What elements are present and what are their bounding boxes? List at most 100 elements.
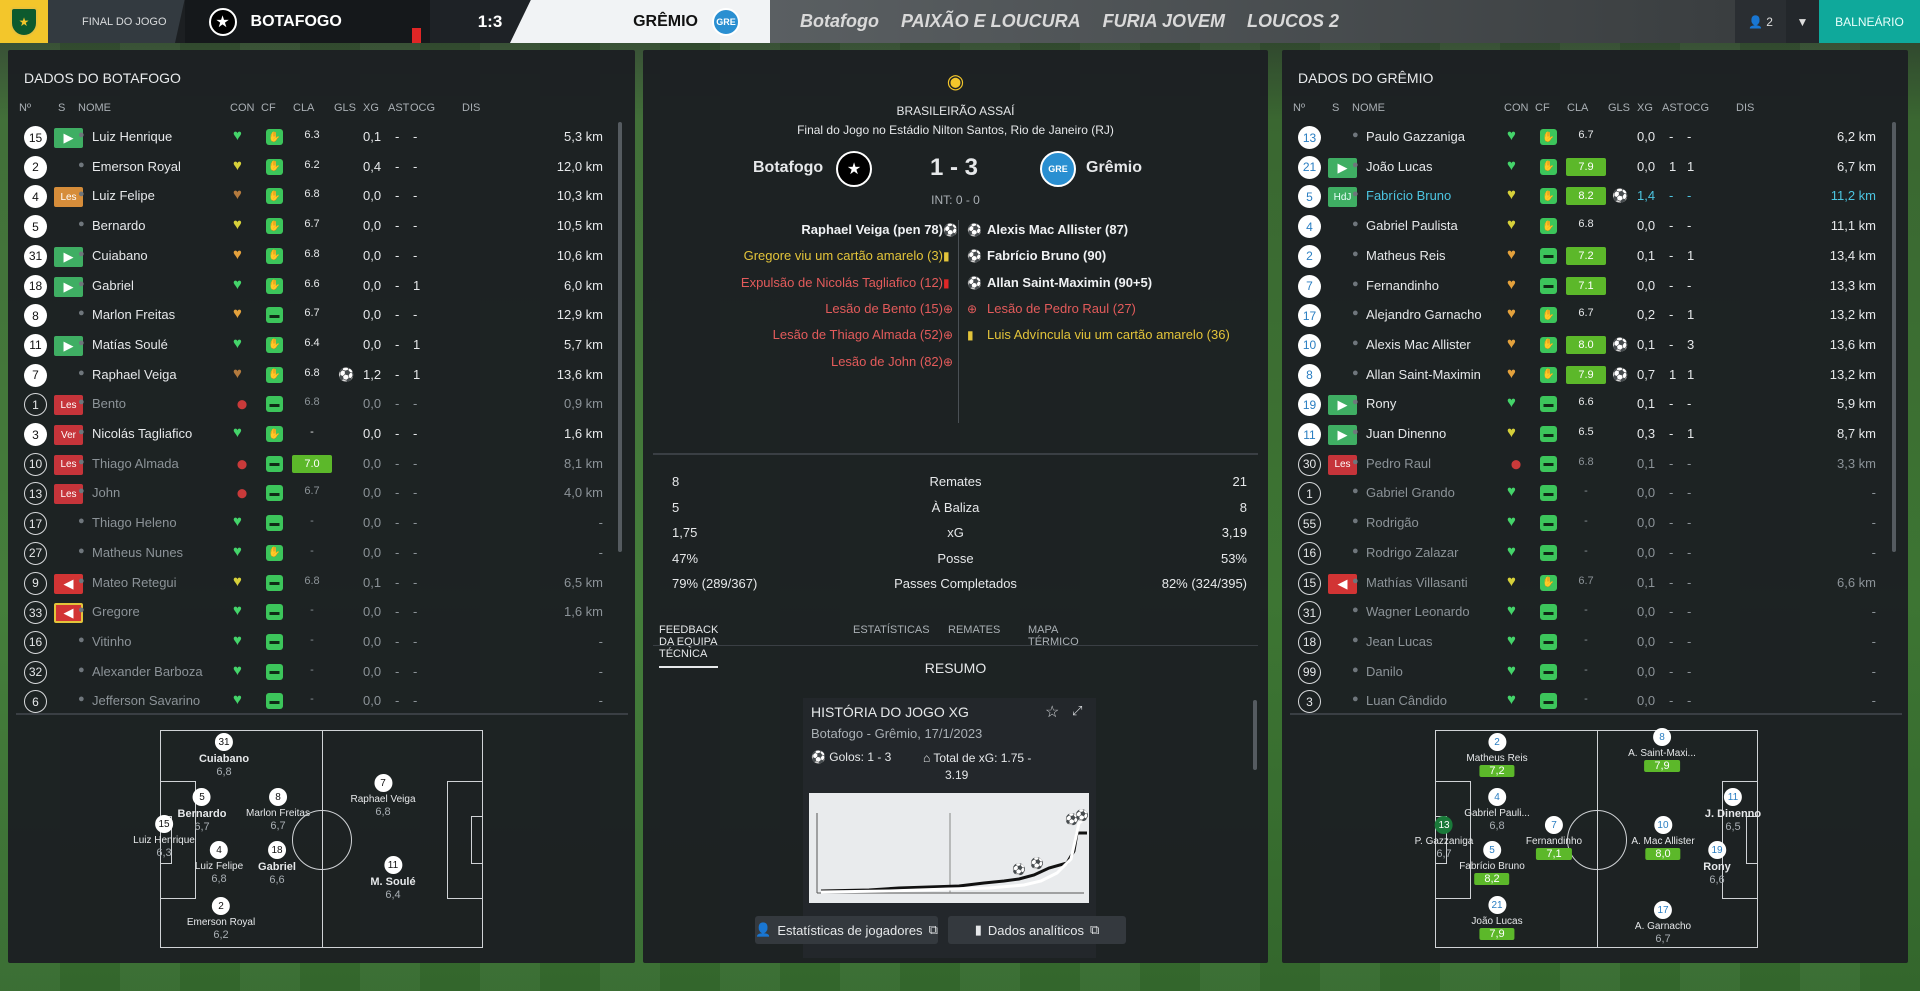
player-name[interactable]: João Lucas — [1366, 159, 1433, 174]
player-name[interactable]: Thiago Heleno — [92, 515, 177, 530]
player-name[interactable]: Alexis Mac Allister — [1366, 337, 1471, 352]
player-name[interactable]: John — [92, 485, 120, 500]
formation-player[interactable]: 4 Gabriel Pauli... 6,8 — [1464, 788, 1530, 832]
tab-estatisticas[interactable]: ESTATÍSTICAS — [853, 624, 930, 636]
summary-scrollbar[interactable] — [1253, 700, 1257, 770]
player-name[interactable]: Danilo — [1366, 664, 1403, 679]
table-row[interactable]: 16 ● Rodrigo Zalazar ♥ ▬ -0,0- - - — [1282, 539, 1908, 569]
table-row[interactable]: 15 ◀ ● Mathías Villasanti ♥ ✋ 6.7 0,1- -6,6 km — [1282, 569, 1908, 599]
player-table[interactable]: 15 ▶ ● Luiz Henrique ♥ ✋ 6.3 0,1- -5,3 km 2 ● Emers… — [8, 122, 635, 757]
table-row[interactable]: 8 ● Marlon Freitas ♥ ▬ 6.7 0,0- -12,9 km — [8, 301, 635, 331]
formation-player[interactable]: 5 Fabrício Bruno 8,2 — [1459, 841, 1525, 885]
formation-player[interactable]: 18 Gabriel 6,6 — [258, 841, 296, 886]
tab-remates[interactable]: REMATES — [948, 624, 1000, 636]
player-name[interactable]: Jean Lucas — [1366, 634, 1433, 649]
table-row[interactable]: 99 ● Danilo ♥ ▬ -0,0- - - — [1282, 658, 1908, 688]
table-row[interactable]: 9 ◀ ● Mateo Retegui ♥ ▬ 6.8 0,1- -6,5 km — [8, 569, 635, 599]
player-name[interactable]: Marlon Freitas — [92, 307, 175, 322]
player-name[interactable]: Paulo Gazzaniga — [1366, 129, 1465, 144]
table-row[interactable]: 15 ▶ ● Luiz Henrique ♥ ✋ 6.3 0,1- -5,3 km — [8, 123, 635, 153]
table-row[interactable]: 13 ● Paulo Gazzaniga ♥ ✋ 6.7 0,0- -6,2 km — [1282, 123, 1908, 153]
player-name[interactable]: Alejandro Garnacho — [1366, 307, 1482, 322]
user-count-button[interactable]: 👤 2 — [1735, 0, 1786, 43]
table-row[interactable]: 31 ● Wagner Leonardo ♥ ▬ -0,0- - - — [1282, 598, 1908, 628]
table-row[interactable]: 4 ● Gabriel Paulista ♥ ✋ 6.8 0,0- -11,1 km — [1282, 212, 1908, 242]
formation-player[interactable]: 19 Rony 6,6 — [1703, 841, 1731, 886]
table-row[interactable]: 3 Ver ● Nicolás Tagliafico ♥ ✋ -0,0- -1,6 km — [8, 420, 635, 450]
formation-player[interactable]: 21 João Lucas 7,9 — [1471, 896, 1523, 940]
player-name[interactable]: Luiz Henrique — [92, 129, 172, 144]
table-row[interactable]: 11 ▶ ● Matías Soulé ♥ ✋ 6.4 0,0-1 5,7 km — [8, 331, 635, 361]
player-name[interactable]: Bernardo — [92, 218, 145, 233]
player-name[interactable]: Raphael Veiga — [92, 367, 177, 382]
table-row[interactable]: 32 ● Alexander Barboza ♥ ▬ -0,0- - - — [8, 658, 635, 688]
player-name[interactable]: Rony — [1366, 396, 1396, 411]
table-row[interactable]: 18 ● Jean Lucas ♥ ▬ -0,0- - - — [1282, 628, 1908, 658]
table-row[interactable]: 17 ● Alejandro Garnacho ♥ ✋ 6.7 0,2-1 13,2 km — [1282, 301, 1908, 331]
formation-player[interactable]: 7 Raphael Veiga 6,8 — [350, 774, 416, 818]
player-name[interactable]: Allan Saint-Maximin — [1366, 367, 1481, 382]
formation-player[interactable]: 7 Fernandinho 7,1 — [1526, 816, 1582, 860]
analytics-button[interactable]: ▮ Dados analíticos ⧉ — [948, 916, 1126, 944]
player-name[interactable]: Pedro Raul — [1366, 456, 1431, 471]
table-row[interactable]: 33 ◀ ● Gregore ♥ ▬ -0,0- -1,6 km — [8, 598, 635, 628]
formation-player[interactable]: 17 A. Garnacho 6,7 — [1635, 901, 1691, 945]
table-row[interactable]: 5 ● Bernardo ♥ ✋ 6.7 0,0- -10,5 km — [8, 212, 635, 242]
competition-logo[interactable]: ★ — [0, 0, 48, 43]
player-name[interactable]: Gabriel — [92, 278, 134, 293]
chevron-down-icon[interactable]: ▼ — [1786, 0, 1819, 43]
player-name[interactable]: Nicolás Tagliafico — [92, 426, 192, 441]
player-name[interactable]: Wagner Leonardo — [1366, 604, 1470, 619]
table-row[interactable]: 55 ● Rodrigão ♥ ▬ -0,0- - - — [1282, 509, 1908, 539]
table-row[interactable]: 2 ● Matheus Reis ♥ ▬ 7.2 0,1-1 13,4 km — [1282, 242, 1908, 272]
player-name[interactable]: Emerson Royal — [92, 159, 181, 174]
table-row[interactable]: 18 ▶ ● Gabriel ♥ ✋ 6.6 0,0-1 6,0 km — [8, 272, 635, 302]
table-row[interactable]: 31 ▶ ● Cuiabano ♥ ✋ 6.8 0,0- -10,6 km — [8, 242, 635, 272]
player-name[interactable]: Mateo Retegui — [92, 575, 177, 590]
formation-player[interactable]: 11 J. Dinenno 6,5 — [1705, 788, 1761, 833]
player-name[interactable]: Fernandinho — [1366, 278, 1439, 293]
formation-player[interactable]: 8 A. Saint-Maxi... 7,9 — [1628, 728, 1696, 772]
player-name[interactable]: Luiz Felipe — [92, 188, 155, 203]
table-row[interactable]: 1 ● Gabriel Grando ♥ ▬ -0,0- - - — [1282, 479, 1908, 509]
formation-player[interactable]: 15 Luiz Henrique 6,3 — [133, 815, 195, 859]
balneario-button[interactable]: BALNEÁRIO — [1819, 0, 1920, 43]
formation-player[interactable]: 10 A. Mac Allister 8,0 — [1631, 816, 1695, 860]
table-row[interactable]: 2 ● Emerson Royal ♥ ✋ 6.2 0,4- -12,0 km — [8, 153, 635, 183]
formation-player[interactable]: 4 Luiz Felipe 6,8 — [195, 841, 243, 885]
table-row[interactable]: 27 ● Matheus Nunes ♥ ✋ -0,0- - - — [8, 539, 635, 569]
player-name[interactable]: Gabriel Grando — [1366, 485, 1455, 500]
player-name[interactable]: Rodrigão — [1366, 515, 1419, 530]
player-name[interactable]: Jefferson Savarino — [92, 693, 200, 708]
table-row[interactable]: 10 ● Alexis Mac Allister ♥ ✋ 8.0 ⚽ 0,1-3 13,6 km — [1282, 331, 1908, 361]
player-name[interactable]: Juan Dinenno — [1366, 426, 1446, 441]
player-stats-button[interactable]: 👤 Estatísticas de jogadores ⧉ — [755, 916, 938, 944]
table-row[interactable]: 1 Les ● Bento ⬤ ▬ 6.8 0,0- -0,9 km — [8, 390, 635, 420]
away-team-bar[interactable]: GRÊMIO GRE — [510, 0, 770, 43]
player-name[interactable]: Luan Cândido — [1366, 693, 1447, 708]
player-name[interactable]: Cuiabano — [92, 248, 148, 263]
table-row[interactable]: 16 ● Vitinho ♥ ▬ -0,0- - - — [8, 628, 635, 658]
formation-player[interactable]: 2 Matheus Reis 7,2 — [1466, 733, 1528, 777]
table-row[interactable]: 11 ▶ ● Juan Dinenno ♥ ▬ 6.5 0,3-1 8,7 km — [1282, 420, 1908, 450]
table-row[interactable]: 5 HdJ ● Fabrício Bruno ♥ ✋ 8.2 ⚽ 1,4- -11,2 km — [1282, 182, 1908, 212]
table-row[interactable]: 8 ● Allan Saint-Maximin ♥ ✋ 7.9 ⚽ 0,7 1 1 13,2 km — [1282, 361, 1908, 391]
formation-player[interactable]: 31 Cuiabano 6,8 — [199, 733, 249, 778]
player-name[interactable]: Matías Soulé — [92, 337, 168, 352]
player-name[interactable]: Mathías Villasanti — [1366, 575, 1468, 590]
table-row[interactable]: 10 Les ● Thiago Almada ⬤ ▬ 7.0 0,0- -8,1 km — [8, 450, 635, 480]
table-row[interactable]: 4 Les ● Luiz Felipe ♥ ✋ 6.8 0,0- -10,3 km — [8, 182, 635, 212]
player-table[interactable]: 13 ● Paulo Gazzaniga ♥ ✋ 6.7 0,0- -6,2 km 21 ▶ ● Jo… — [1282, 122, 1908, 757]
player-name[interactable]: Fabrício Bruno — [1366, 188, 1451, 203]
table-row[interactable]: 30 Les ● Pedro Raul ⬤ ▬ 6.8 0,1- -3,3 km — [1282, 450, 1908, 480]
table-row[interactable]: 21 ▶ ● João Lucas ♥ ✋ 7.9 0,0 1 1 6,7 km — [1282, 153, 1908, 183]
player-name[interactable]: Thiago Almada — [92, 456, 179, 471]
player-name[interactable]: Alexander Barboza — [92, 664, 203, 679]
player-name[interactable]: Gabriel Paulista — [1366, 218, 1458, 233]
expand-icon[interactable]: ⤢ — [1072, 703, 1082, 719]
table-row[interactable]: 17 ● Thiago Heleno ♥ ▬ -0,0- - - — [8, 509, 635, 539]
player-name[interactable]: Matheus Nunes — [92, 545, 183, 560]
player-name[interactable]: Rodrigo Zalazar — [1366, 545, 1459, 560]
table-scrollbar[interactable] — [1892, 122, 1896, 552]
formation-player[interactable]: 2 Emerson Royal 6,2 — [187, 897, 255, 941]
